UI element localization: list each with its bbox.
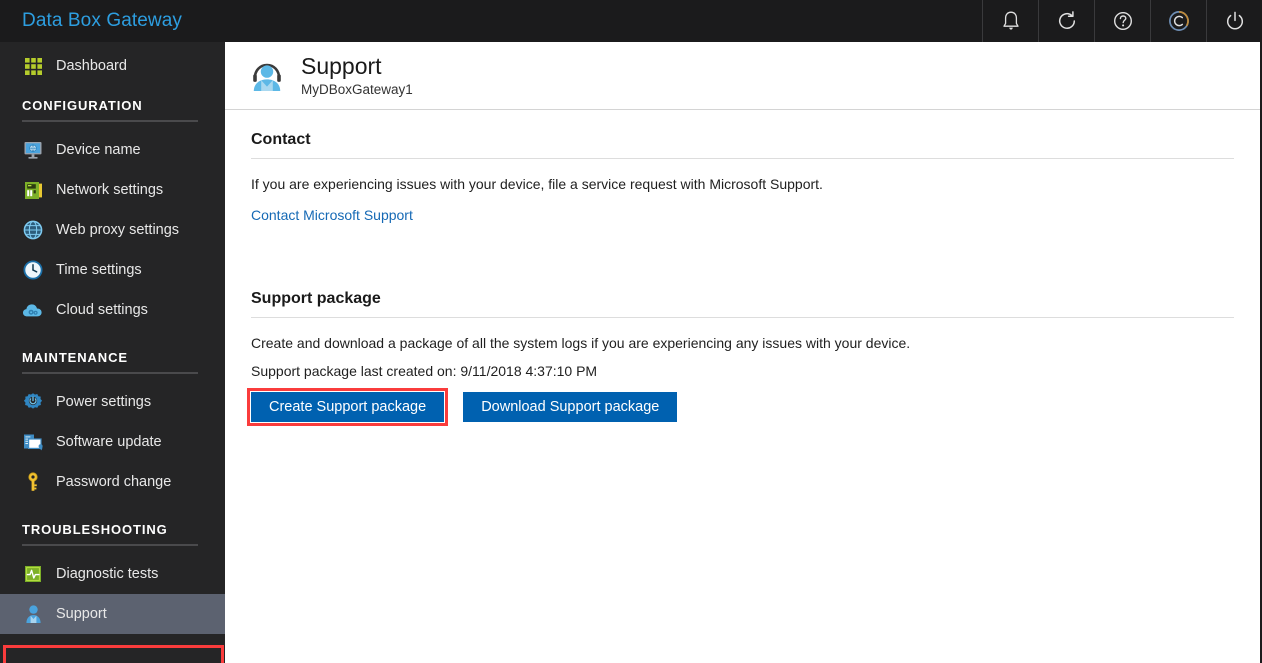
sidebar-item-power-settings[interactable]: Power settings <box>0 382 225 422</box>
sidebar-item-label: Dashboard <box>56 58 127 74</box>
page-header-text: Support MyDBoxGateway1 <box>301 52 413 98</box>
notification-bell-icon[interactable] <box>982 0 1038 42</box>
page-title: Support <box>301 52 382 79</box>
sidebar-item-dashboard[interactable]: Dashboard <box>0 46 225 86</box>
create-support-package-button[interactable]: Create Support package <box>251 391 445 422</box>
titlebar-icon-group <box>982 0 1262 42</box>
contact-description: If you are experiencing issues with your… <box>251 176 823 192</box>
contact-microsoft-support-link[interactable]: Contact Microsoft Support <box>251 207 413 223</box>
page-subtitle: MyDBoxGateway1 <box>301 82 413 98</box>
sidebar-item-label: Time settings <box>56 262 142 278</box>
sidebar-section-troubleshooting: TROUBLESHOOTING <box>0 522 225 546</box>
app-window: Data Box Gateway Dashboard CONFIGURATION… <box>0 0 1262 663</box>
support-headset-icon <box>247 56 287 96</box>
support-person-icon <box>22 603 44 625</box>
page-header: Support MyDBoxGateway1 <box>225 42 1260 110</box>
app-title: Data Box Gateway <box>22 10 183 31</box>
power-icon[interactable] <box>1206 0 1262 42</box>
contact-section: Contact If you are experiencing issues w… <box>251 110 1234 225</box>
sidebar-item-diagnostic-tests[interactable]: Diagnostic tests <box>0 554 225 594</box>
section-title: TROUBLESHOOTING <box>22 522 168 537</box>
sidebar-item-label: Device name <box>56 142 141 158</box>
software-update-icon <box>22 431 44 453</box>
support-package-last-created: Support package last created on: 9/11/20… <box>251 362 598 379</box>
sidebar-item-label: Diagnostic tests <box>56 566 159 582</box>
cortana-icon[interactable] <box>1150 0 1206 42</box>
support-package-section: Support package Create and download a pa… <box>247 269 1234 426</box>
refresh-icon[interactable] <box>1038 0 1094 42</box>
monitor-icon <box>22 139 44 161</box>
support-package-button-row: Create Support package Download Support … <box>247 387 1234 426</box>
power-gear-icon <box>22 391 44 413</box>
title-bar: Data Box Gateway <box>0 0 1262 42</box>
sidebar-item-label: Password change <box>56 474 172 490</box>
support-package-divider <box>251 316 1234 318</box>
help-icon[interactable] <box>1094 0 1150 42</box>
contact-heading: Contact <box>251 131 311 148</box>
sidebar: Dashboard CONFIGURATION Device name Netw… <box>0 42 225 663</box>
section-title: CONFIGURATION <box>22 98 143 113</box>
content-body: Contact If you are experiencing issues w… <box>225 110 1260 426</box>
sidebar-item-label: Cloud settings <box>56 302 148 318</box>
sidebar-section-maintenance: MAINTENANCE <box>0 350 225 374</box>
main-content: Support MyDBoxGateway1 Contact If you ar… <box>225 42 1260 663</box>
server-icon <box>22 179 44 201</box>
download-support-package-button[interactable]: Download Support package <box>463 391 678 422</box>
sidebar-item-label: Web proxy settings <box>56 222 180 238</box>
pulse-icon <box>22 563 44 585</box>
sidebar-item-support[interactable]: Support <box>0 594 225 634</box>
contact-divider <box>251 158 1234 159</box>
support-package-description: Create and download a package of all the… <box>251 334 911 351</box>
cloud-gear-icon <box>22 299 44 321</box>
section-title: MAINTENANCE <box>22 350 128 365</box>
sidebar-item-label: Software update <box>56 434 162 450</box>
sidebar-item-label: Power settings <box>56 394 152 410</box>
create-support-package-wrapper: Create Support package <box>247 387 449 426</box>
sidebar-item-label: Support <box>56 606 107 622</box>
key-icon <box>22 471 44 493</box>
sidebar-item-cloud-settings[interactable]: Cloud settings <box>0 290 225 330</box>
sidebar-item-time-settings[interactable]: Time settings <box>0 250 225 290</box>
sidebar-item-software-update[interactable]: Software update <box>0 422 225 462</box>
sidebar-item-password-change[interactable]: Password change <box>0 462 225 502</box>
clock-icon <box>22 259 44 281</box>
sidebar-item-label: Network settings <box>56 182 164 198</box>
sidebar-item-network-settings[interactable]: Network settings <box>0 170 225 210</box>
support-package-heading: Support package <box>251 289 381 307</box>
grid-icon <box>22 55 44 77</box>
globe-icon <box>22 219 44 241</box>
sidebar-section-configuration: CONFIGURATION <box>0 98 225 122</box>
support-highlight-box <box>3 645 224 663</box>
sidebar-item-device-name[interactable]: Device name <box>0 130 225 170</box>
sidebar-item-web-proxy-settings[interactable]: Web proxy settings <box>0 210 225 250</box>
